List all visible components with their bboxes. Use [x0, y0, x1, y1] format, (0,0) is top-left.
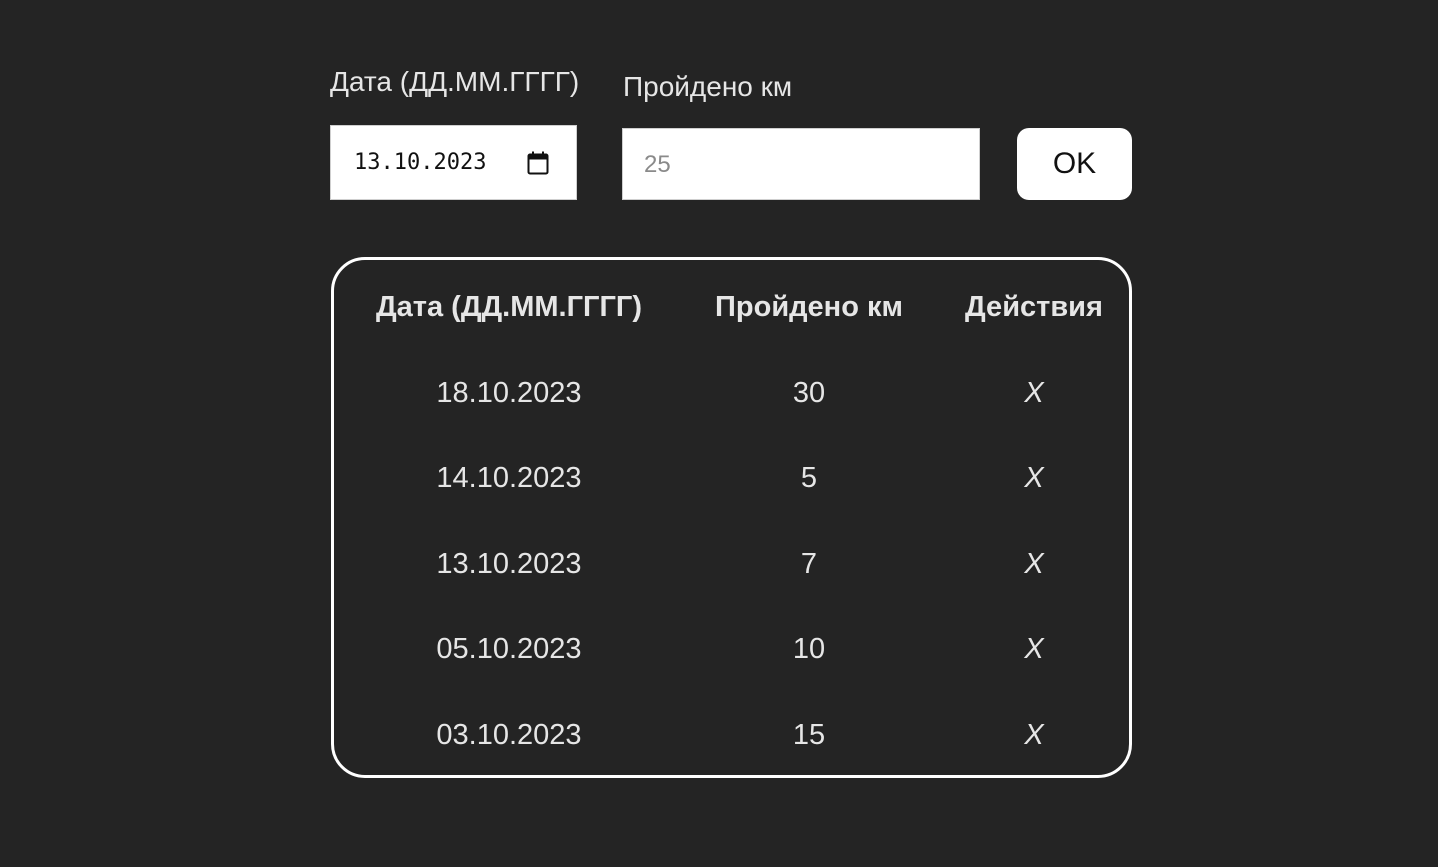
- delete-button[interactable]: X: [959, 534, 1109, 594]
- row-date: 14.10.2023: [436, 462, 582, 494]
- delete-button[interactable]: X: [959, 448, 1109, 508]
- date-input-value: 13.10.2023: [354, 150, 487, 175]
- date-input[interactable]: 13.10.2023: [330, 125, 577, 200]
- table-row: 14.10.2023 5 X: [334, 448, 1129, 508]
- delete-button[interactable]: X: [959, 363, 1109, 423]
- row-km: 10: [792, 633, 826, 665]
- calendar-icon[interactable]: [527, 151, 549, 175]
- date-label: Дата (ДД.ММ.ГГГГ): [330, 66, 580, 97]
- row-km: 15: [792, 719, 826, 751]
- row-date: 05.10.2023: [436, 633, 582, 665]
- table-row: 18.10.2023 30 X: [334, 363, 1129, 423]
- entry-form: Дата (ДД.ММ.ГГГГ) Пройдено км 13.10.2023…: [0, 0, 1438, 230]
- row-date: 03.10.2023: [436, 719, 582, 751]
- table-row: 03.10.2023 15 X: [334, 705, 1129, 765]
- row-km: 30: [792, 377, 826, 409]
- table-header-row: Дата (ДД.ММ.ГГГГ) Пройдено км Действия: [334, 277, 1129, 337]
- table-row: 13.10.2023 7 X: [334, 534, 1129, 594]
- row-km: 5: [800, 462, 818, 494]
- km-label: Пройдено км: [623, 71, 793, 102]
- ok-button[interactable]: OK: [1017, 128, 1132, 200]
- km-input-placeholder: 25: [644, 151, 671, 178]
- header-date: Дата (ДД.ММ.ГГГГ): [376, 291, 642, 323]
- table-row: 05.10.2023 10 X: [334, 619, 1129, 679]
- row-km: 7: [800, 548, 818, 580]
- delete-button[interactable]: X: [959, 619, 1109, 679]
- km-input[interactable]: 25: [622, 128, 980, 200]
- header-actions: Действия: [965, 291, 1103, 323]
- delete-button[interactable]: X: [959, 705, 1109, 765]
- row-date: 18.10.2023: [436, 377, 582, 409]
- records-table: Дата (ДД.ММ.ГГГГ) Пройдено км Действия 1…: [331, 257, 1132, 778]
- row-date: 13.10.2023: [436, 548, 582, 580]
- header-km: Пройдено км: [715, 291, 903, 323]
